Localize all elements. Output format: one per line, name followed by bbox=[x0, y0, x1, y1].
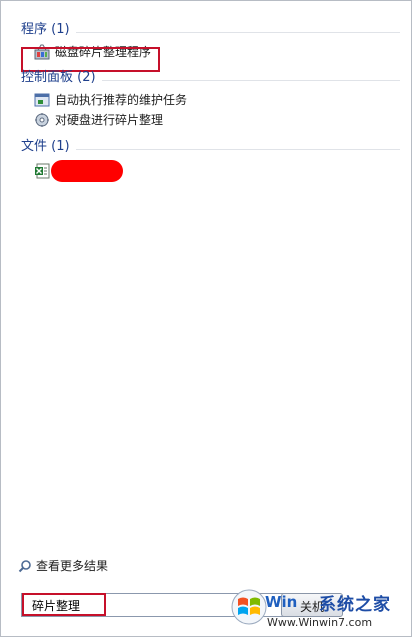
start-menu-search-panel: 程序 (1) 磁盘碎片整理程序 控制面板 (2) 自动执行推荐的维护任务 对硬盘… bbox=[0, 0, 412, 637]
section-control-panel: 控制面板 (2) 自动执行推荐的维护任务 对硬盘进行碎片整理 bbox=[14, 67, 400, 130]
watermark-logo-text: Win bbox=[265, 593, 298, 611]
result-maintenance-task[interactable]: 自动执行推荐的维护任务 bbox=[14, 90, 400, 110]
defrag-settings-icon bbox=[35, 113, 49, 127]
site-watermark: Win 系统之家 Www.Winwin7.com bbox=[227, 585, 407, 633]
windows-logo-icon bbox=[231, 589, 267, 625]
see-more-label: 查看更多结果 bbox=[36, 559, 109, 573]
result-defrag-disk[interactable]: 对硬盘进行碎片整理 bbox=[14, 110, 400, 130]
divider bbox=[75, 32, 400, 33]
section-files-title: 文件 (1) bbox=[21, 139, 70, 154]
watermark-url: Www.Winwin7.com bbox=[267, 616, 373, 629]
result-label: 对硬盘进行碎片整理 bbox=[55, 113, 164, 127]
section-programs: 程序 (1) 磁盘碎片整理程序 bbox=[14, 19, 400, 72]
results-area: 程序 (1) 磁盘碎片整理程序 控制面板 (2) 自动执行推荐的维护任务 对硬盘… bbox=[14, 19, 400, 585]
section-control-panel-title: 控制面板 (2) bbox=[21, 70, 96, 85]
section-files: 文件 (1) bbox=[14, 136, 400, 182]
section-control-panel-header[interactable]: 控制面板 (2) bbox=[14, 67, 400, 87]
highlight-box bbox=[22, 593, 106, 616]
result-file[interactable] bbox=[14, 160, 400, 182]
see-more-results[interactable]: 查看更多结果 bbox=[18, 557, 108, 574]
section-programs-title: 程序 (1) bbox=[21, 22, 70, 37]
section-programs-header[interactable]: 程序 (1) bbox=[14, 19, 400, 39]
maintenance-icon bbox=[34, 93, 50, 107]
divider bbox=[75, 149, 400, 150]
watermark-brand: 系统之家 bbox=[319, 595, 391, 615]
result-label: 自动执行推荐的维护任务 bbox=[55, 93, 188, 107]
magnifier-icon bbox=[18, 559, 31, 572]
redaction-blob bbox=[51, 160, 123, 182]
divider bbox=[101, 80, 400, 81]
section-files-header[interactable]: 文件 (1) bbox=[14, 136, 400, 156]
excel-file-icon bbox=[35, 163, 50, 179]
